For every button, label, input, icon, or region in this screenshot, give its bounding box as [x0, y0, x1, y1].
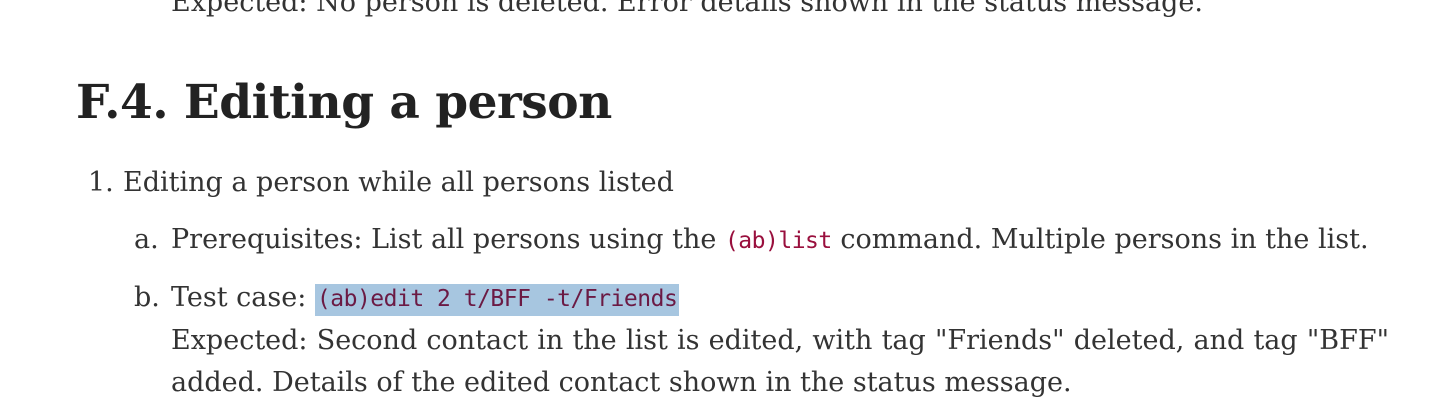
step-text: Editing a person while all persons liste… — [123, 167, 674, 198]
substep-prerequisites: Prerequisites: List all persons using th… — [171, 223, 1369, 258]
prerequisites-suffix: command. Multiple persons in the list. — [831, 224, 1369, 255]
previous-expected-text: Expected: No person is deleted. Error de… — [171, 0, 1203, 18]
prerequisites-prefix: Prerequisites: List all persons using th… — [171, 224, 725, 255]
substep-marker-a: a. — [134, 224, 159, 255]
list-command-code: (ab)list — [724, 228, 832, 254]
substep-marker-b: b. — [134, 282, 160, 313]
test-case-expected: Expected: Second contact in the list is … — [171, 325, 1389, 398]
substep-test-case: Test case: (ab)edit 2 t/BFF -t/Friends — [171, 281, 680, 316]
test-case-prefix: Test case: — [171, 282, 315, 313]
edit-command-code[interactable]: (ab)edit 2 t/BFF -t/Friends — [314, 284, 680, 316]
section-heading: F.4. Editing a person — [76, 75, 612, 130]
step-number: 1. — [88, 167, 114, 198]
